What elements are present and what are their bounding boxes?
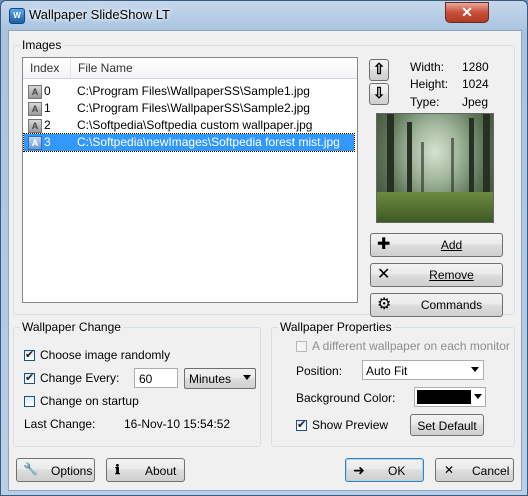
- background-color-picker[interactable]: [414, 387, 486, 407]
- chevron-down-icon: [474, 394, 482, 399]
- about-button[interactable]: ℹ About: [106, 458, 185, 482]
- row-index: 1: [44, 101, 51, 115]
- images-group-label: Images: [20, 38, 64, 52]
- change-every-checkbox[interactable]: [24, 371, 35, 384]
- color-swatch: [417, 390, 471, 404]
- position-label: Position:: [296, 364, 343, 378]
- background-color-label: Background Color:: [296, 391, 396, 405]
- row-file-name: C:\Softpedia\newImages\Softpedia forest …: [77, 135, 340, 149]
- commands-button-label: Commands: [420, 298, 483, 312]
- close-button[interactable]: ✕: [445, 2, 489, 23]
- list-item[interactable]: A 2 C:\Softpedia\Softpedia custom wallpa…: [24, 117, 354, 134]
- choose-random-label[interactable]: Choose image randomly: [40, 348, 170, 362]
- last-change-label: Last Change:: [24, 417, 96, 431]
- column-header-file-name[interactable]: File Name: [78, 61, 133, 75]
- interval-unit-select[interactable]: Minutes: [184, 368, 256, 389]
- wallpaper-properties-group: Wallpaper Properties A different wallpap…: [271, 320, 515, 447]
- plus-icon: ✚: [377, 236, 391, 253]
- move-up-button[interactable]: ⇧: [369, 59, 389, 81]
- add-button[interactable]: ✚ Add: [370, 233, 503, 257]
- info-icon: ℹ: [115, 462, 120, 477]
- row-file-name: C:\Program Files\WallpaperSS\Sample1.jpg: [77, 84, 310, 98]
- wrench-icon: 🔧: [23, 462, 38, 476]
- different-per-monitor-checkbox[interactable]: [296, 341, 307, 352]
- list-header: Index File Name: [23, 58, 357, 79]
- cancel-button[interactable]: ✕ Cancel: [435, 458, 514, 482]
- wallpaper-change-group-label: Wallpaper Change: [20, 320, 123, 334]
- width-value: 1280: [462, 60, 489, 74]
- column-divider[interactable]: [70, 58, 71, 78]
- image-file-icon: A: [28, 85, 42, 99]
- interval-unit-value: Minutes: [189, 372, 232, 386]
- row-file-name: C:\Softpedia\Softpedia custom wallpaper.…: [77, 118, 313, 132]
- row-file-name: C:\Program Files\WallpaperSS\Sample2.jpg: [77, 101, 310, 115]
- list-item-selected[interactable]: A 3 C:\Softpedia\newImages\Softpedia for…: [23, 133, 355, 152]
- interval-input[interactable]: 60: [134, 368, 178, 388]
- image-file-icon: A: [28, 119, 42, 133]
- images-list[interactable]: Index File Name A 0 C:\Program Files\Wal…: [22, 57, 358, 303]
- row-index: 3: [44, 135, 51, 149]
- list-item[interactable]: A 0 C:\Program Files\WallpaperSS\Sample1…: [24, 83, 354, 100]
- height-label: Height:: [410, 77, 449, 91]
- options-button[interactable]: 🔧 Options: [16, 458, 95, 482]
- remove-button-label: Remove: [429, 268, 474, 282]
- wallpaper-change-group: Wallpaper Change Choose image randomly C…: [13, 320, 261, 447]
- remove-x-icon: ✕: [377, 266, 391, 283]
- preview-ground: [377, 192, 493, 222]
- change-every-label[interactable]: Change Every:: [40, 371, 119, 385]
- width-label: Width:: [410, 60, 445, 74]
- close-icon: ✕: [444, 463, 455, 477]
- row-index: 2: [44, 118, 51, 132]
- image-file-icon: A: [28, 102, 42, 116]
- position-value: Auto Fit: [366, 364, 408, 378]
- chevron-down-icon: [471, 367, 479, 372]
- position-select[interactable]: Auto Fit: [362, 360, 484, 380]
- column-header-index[interactable]: Index: [30, 61, 59, 75]
- type-label: Type:: [410, 95, 440, 109]
- move-down-button[interactable]: ⇩: [369, 83, 389, 105]
- chevron-down-icon: [243, 375, 251, 380]
- options-button-label: Options: [51, 464, 93, 478]
- last-change-value: 16-Nov-10 15:54:52: [124, 417, 231, 431]
- gear-icon: ⚙: [377, 296, 392, 313]
- change-on-startup-label[interactable]: Change on startup: [40, 394, 139, 408]
- add-button-label: Add: [440, 238, 463, 252]
- change-on-startup-checkbox[interactable]: [24, 396, 35, 407]
- show-preview-checkbox[interactable]: [296, 418, 307, 431]
- arrow-up-icon: ⇧: [372, 61, 386, 78]
- choose-random-checkbox[interactable]: [24, 348, 35, 361]
- arrow-down-icon: ⇩: [372, 85, 386, 102]
- list-item[interactable]: A 1 C:\Program Files\WallpaperSS\Sample2…: [24, 100, 354, 117]
- images-group: Images Index File Name A 0 C:\Program Fi…: [13, 38, 515, 317]
- ok-button[interactable]: ➜ OK: [345, 458, 424, 482]
- app-icon: W: [9, 8, 25, 24]
- wallpaper-properties-group-label: Wallpaper Properties: [278, 320, 394, 334]
- height-value: 1024: [462, 77, 489, 91]
- arrow-right-icon: ➜: [353, 462, 365, 478]
- about-button-label: About: [145, 464, 177, 478]
- type-value: Jpeg: [462, 95, 489, 109]
- dialog-body: Images Index File Name A 0 C:\Program Fi…: [8, 30, 522, 491]
- app-window: W Wallpaper SlideShow LT ✕ Images Index …: [0, 0, 528, 496]
- remove-button[interactable]: ✕ Remove: [370, 263, 503, 287]
- set-default-button[interactable]: Set Default: [410, 414, 484, 436]
- title-bar[interactable]: W Wallpaper SlideShow LT ✕: [1, 1, 527, 29]
- window-title: Wallpaper SlideShow LT: [29, 7, 170, 22]
- cancel-button-label: Cancel: [472, 464, 510, 478]
- show-preview-label[interactable]: Show Preview: [312, 418, 388, 432]
- ok-button-label: OK: [388, 464, 406, 478]
- wallpaper-preview-image: [376, 113, 494, 223]
- close-icon: ✕: [461, 4, 473, 20]
- different-per-monitor-label[interactable]: A different wallpaper on each monitor: [312, 339, 510, 353]
- image-file-icon: A: [28, 136, 42, 150]
- commands-button[interactable]: ⚙ Commands: [370, 293, 503, 317]
- row-index: 0: [44, 84, 51, 98]
